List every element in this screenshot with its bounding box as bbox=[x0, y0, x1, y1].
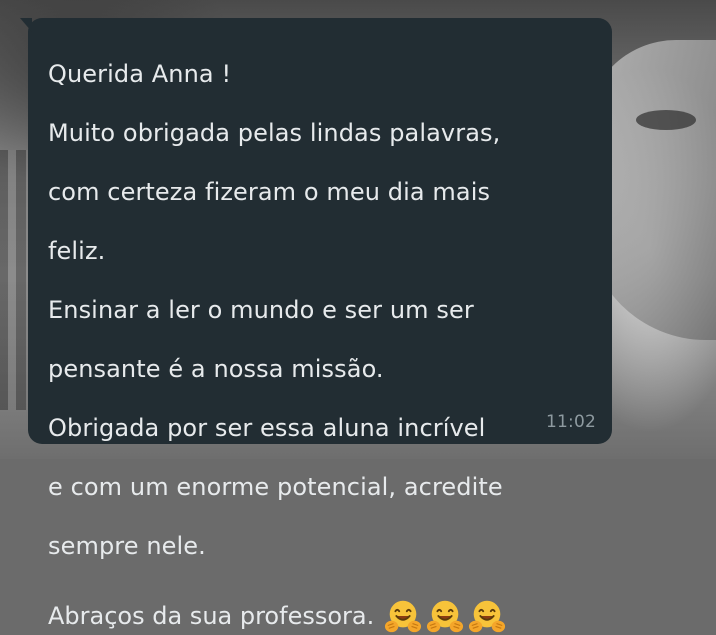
message-line: Querida Anna ! bbox=[48, 59, 232, 88]
message-timestamp: 11:02 bbox=[546, 412, 596, 432]
message-line: com certeza fizeram o meu dia mais bbox=[48, 177, 491, 206]
message-line: Muito obrigada pelas lindas palavras, bbox=[48, 118, 501, 147]
wallpaper-photo-eye bbox=[636, 110, 696, 130]
message-closing-line: Abraços da sua professora. bbox=[48, 597, 592, 635]
message-line: pensante é a nossa missão. bbox=[48, 354, 384, 383]
message-text: Querida Anna ! Muito obrigada pelas lind… bbox=[48, 30, 592, 591]
hugging-face-emoji-icon bbox=[426, 597, 464, 635]
emoji-group bbox=[384, 597, 506, 635]
hugging-face-emoji-icon bbox=[384, 597, 422, 635]
message-line: Obrigada por ser essa aluna incrível bbox=[48, 413, 486, 442]
message-line: e com um enorme potencial, acredite bbox=[48, 472, 503, 501]
closing-text: Abraços da sua professora. bbox=[48, 601, 375, 630]
message-line: Ensinar a ler o mundo e ser um ser bbox=[48, 295, 474, 324]
message-line: sempre nele. bbox=[48, 531, 206, 560]
incoming-message-bubble[interactable]: Querida Anna ! Muito obrigada pelas lind… bbox=[20, 18, 612, 632]
hugging-face-emoji-icon bbox=[468, 597, 506, 635]
message-line: feliz. bbox=[48, 236, 106, 265]
